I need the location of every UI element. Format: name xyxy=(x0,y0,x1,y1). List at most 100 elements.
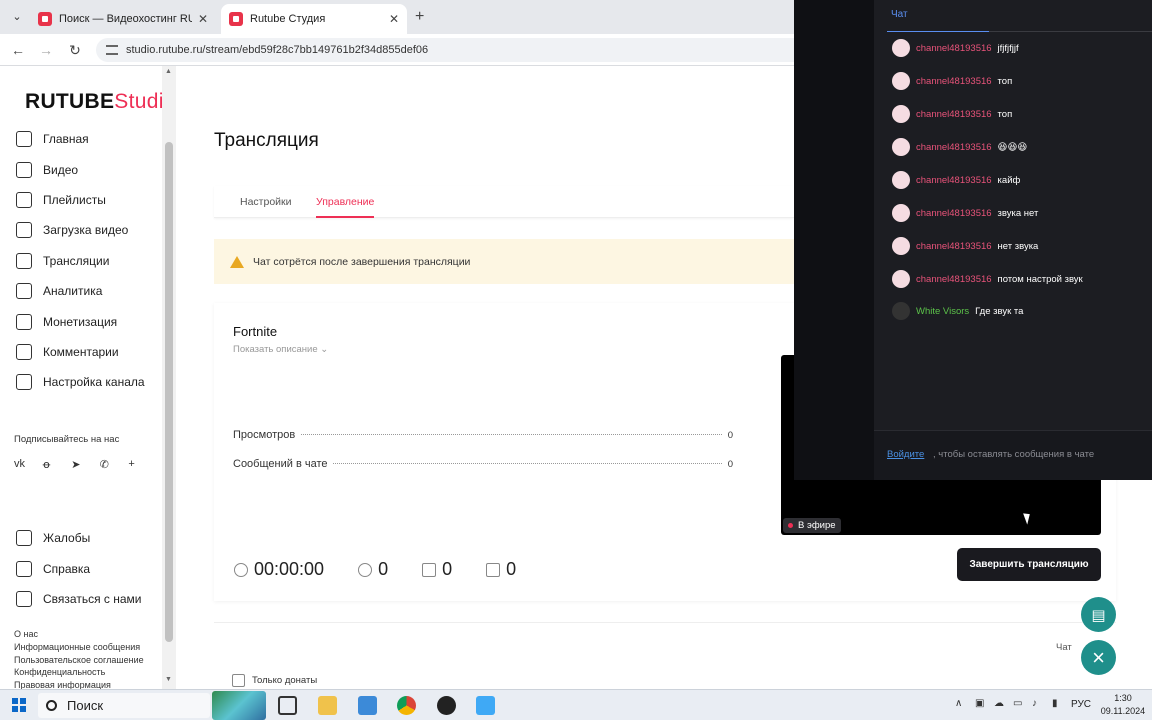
close-tab-icon[interactable]: ✕ xyxy=(389,12,399,26)
tab-management[interactable]: Управление xyxy=(316,196,375,218)
store-icon[interactable] xyxy=(358,696,377,715)
reload-icon[interactable]: ↻ xyxy=(67,42,83,58)
sidebar-item-monetization[interactable]: Монетизация xyxy=(0,306,176,336)
new-tab-button[interactable]: + xyxy=(415,8,424,26)
checkbox-box[interactable] xyxy=(232,674,245,687)
sidebar-item-label: Загрузка видео xyxy=(43,223,129,238)
chat-text: кайф xyxy=(997,174,1021,186)
footer-link[interactable]: Информационные сообщения xyxy=(14,641,144,654)
sidebar-item-upload[interactable]: Загрузка видео xyxy=(0,215,176,245)
money-icon xyxy=(16,313,32,330)
close-tab-icon[interactable]: ✕ xyxy=(198,12,208,26)
sidebar-item-help[interactable]: Справка xyxy=(0,553,176,583)
viewers-counter: 0 xyxy=(358,559,388,580)
avatar xyxy=(892,270,910,288)
only-donates-checkbox[interactable]: Только донаты xyxy=(232,674,317,687)
upload-icon xyxy=(16,222,32,239)
telegram-icon[interactable]: ➤ xyxy=(71,458,100,471)
chat-username[interactable]: channel48193516 xyxy=(916,109,992,120)
stat-row-chat-messages: Сообщений в чате 0 xyxy=(233,458,733,470)
network-icon[interactable]: ▭ xyxy=(1013,698,1022,709)
sidebar-scrollbar[interactable]: ▲ ▼ xyxy=(162,66,176,689)
file-explorer-icon[interactable] xyxy=(318,696,337,715)
sidebar-item-complaints[interactable]: Жалобы xyxy=(0,523,176,553)
sidebar-item-label: Трансляции xyxy=(43,253,110,268)
sidebar-item-broadcasts[interactable]: Трансляции xyxy=(0,246,176,276)
browser-tab-studio[interactable]: Rutube Студия ✕ xyxy=(221,4,407,34)
chrome-icon[interactable] xyxy=(397,696,416,715)
chat-username[interactable]: channel48193516 xyxy=(916,175,992,186)
support-chat-button[interactable]: ▤ xyxy=(1081,597,1116,632)
rutube-favicon-icon xyxy=(229,12,243,26)
sidebar-item-home[interactable]: Главная xyxy=(0,124,176,154)
tab-chat[interactable]: Чат xyxy=(891,9,908,20)
chat-username[interactable]: channel48193516 xyxy=(916,76,992,87)
login-link[interactable]: Войдите xyxy=(887,449,924,460)
vk-icon[interactable]: vk xyxy=(14,458,43,471)
chat-warning-banner: Чат сотрётся после завершения трансляции xyxy=(214,239,794,284)
footer-link[interactable]: Конфиденциальность xyxy=(14,666,144,679)
chat-username[interactable]: channel48193516 xyxy=(916,274,992,285)
chat-username[interactable]: White Visors xyxy=(916,306,969,317)
sidebar-item-channel-settings[interactable]: Настройка канала xyxy=(0,367,176,397)
avatar xyxy=(892,302,910,320)
sidebar-item-label: Аналитика xyxy=(43,284,103,299)
rutube-studio-logo[interactable]: RUTUBEStudio xyxy=(25,90,176,114)
clock-time: 1:30 xyxy=(1114,693,1132,703)
task-view-icon[interactable] xyxy=(278,696,297,715)
chat-username[interactable]: channel48193516 xyxy=(916,241,992,252)
tab-search-chevron-icon[interactable]: ⌄ xyxy=(8,8,26,26)
system-clock[interactable]: 1:30 09.11.2024 xyxy=(1100,692,1146,718)
search-highlight-image[interactable] xyxy=(212,691,266,720)
cloud-icon[interactable]: ☁ xyxy=(994,698,1004,709)
sidebar-item-playlists[interactable]: Плейлисты xyxy=(0,185,176,215)
chat-message: White Visors Где звук та xyxy=(892,302,1023,320)
broadcast-icon xyxy=(16,252,32,269)
search-icon xyxy=(46,700,57,711)
close-support-button[interactable]: × xyxy=(1081,640,1116,675)
browser-tab-search[interactable]: Поиск — Видеохостинг RUTUBE ✕ xyxy=(30,4,216,34)
scroll-down-icon[interactable]: ▼ xyxy=(165,676,172,683)
sidebar-item-video[interactable]: Видео xyxy=(0,154,176,184)
chat-username[interactable]: channel48193516 xyxy=(916,208,992,219)
sidebar-item-comments[interactable]: Комментарии xyxy=(0,337,176,367)
chat-text: нет звука xyxy=(997,240,1039,252)
end-stream-button[interactable]: Завершить трансляцию xyxy=(957,548,1101,581)
language-indicator[interactable]: РУС xyxy=(1071,699,1091,710)
show-description-label: Показать описание xyxy=(233,344,318,355)
scrollbar-thumb[interactable] xyxy=(165,142,173,642)
footer-link[interactable]: О нас xyxy=(14,628,144,641)
windows-start-icon[interactable] xyxy=(12,698,26,712)
chat-username[interactable]: channel48193516 xyxy=(916,43,992,54)
site-info-icon[interactable] xyxy=(106,45,118,55)
help-icon xyxy=(16,560,32,577)
tray-app-icon[interactable]: ▣ xyxy=(975,698,984,709)
tab-settings[interactable]: Настройки xyxy=(240,196,292,208)
fortnite-app-icon[interactable] xyxy=(476,696,495,715)
chat-text: потом настрой звук xyxy=(997,273,1083,285)
volume-icon[interactable]: ♪ xyxy=(1032,698,1037,709)
sidebar-item-analytics[interactable]: Аналитика xyxy=(0,276,176,306)
ok-icon[interactable]: ꝋ xyxy=(43,458,72,471)
tray-chevron-icon[interactable]: ∧ xyxy=(955,698,962,709)
duration-counter: 00:00:00 xyxy=(234,559,324,580)
back-arrow-icon[interactable]: ← xyxy=(10,42,26,58)
microphone-icon[interactable]: ▮ xyxy=(1052,698,1058,709)
taskbar-search[interactable]: Поиск xyxy=(38,693,210,718)
sidebar-item-label: Справка xyxy=(43,561,91,576)
stat-row-views: Просмотров 0 xyxy=(233,429,733,441)
obs-icon[interactable] xyxy=(437,696,456,715)
plus-icon[interactable]: + xyxy=(128,458,157,471)
comments-icon xyxy=(16,343,32,360)
viber-icon[interactable]: ✆ xyxy=(100,458,129,471)
sidebar-item-label: Плейлисты xyxy=(43,192,106,207)
forward-arrow-icon[interactable]: → xyxy=(38,42,54,58)
sidebar-item-contact[interactable]: Связаться с нами xyxy=(0,584,176,614)
thumbs-up-icon xyxy=(422,562,437,577)
stat-value: 0 xyxy=(727,430,733,441)
chat-username[interactable]: channel48193516 xyxy=(916,142,992,153)
show-description-link[interactable]: Показать описание ⌄ xyxy=(233,344,328,355)
chat-message: channel48193516 звука нет xyxy=(892,204,1038,222)
scroll-up-icon[interactable]: ▲ xyxy=(165,68,172,75)
footer-link[interactable]: Пользовательское соглашение xyxy=(14,654,144,667)
